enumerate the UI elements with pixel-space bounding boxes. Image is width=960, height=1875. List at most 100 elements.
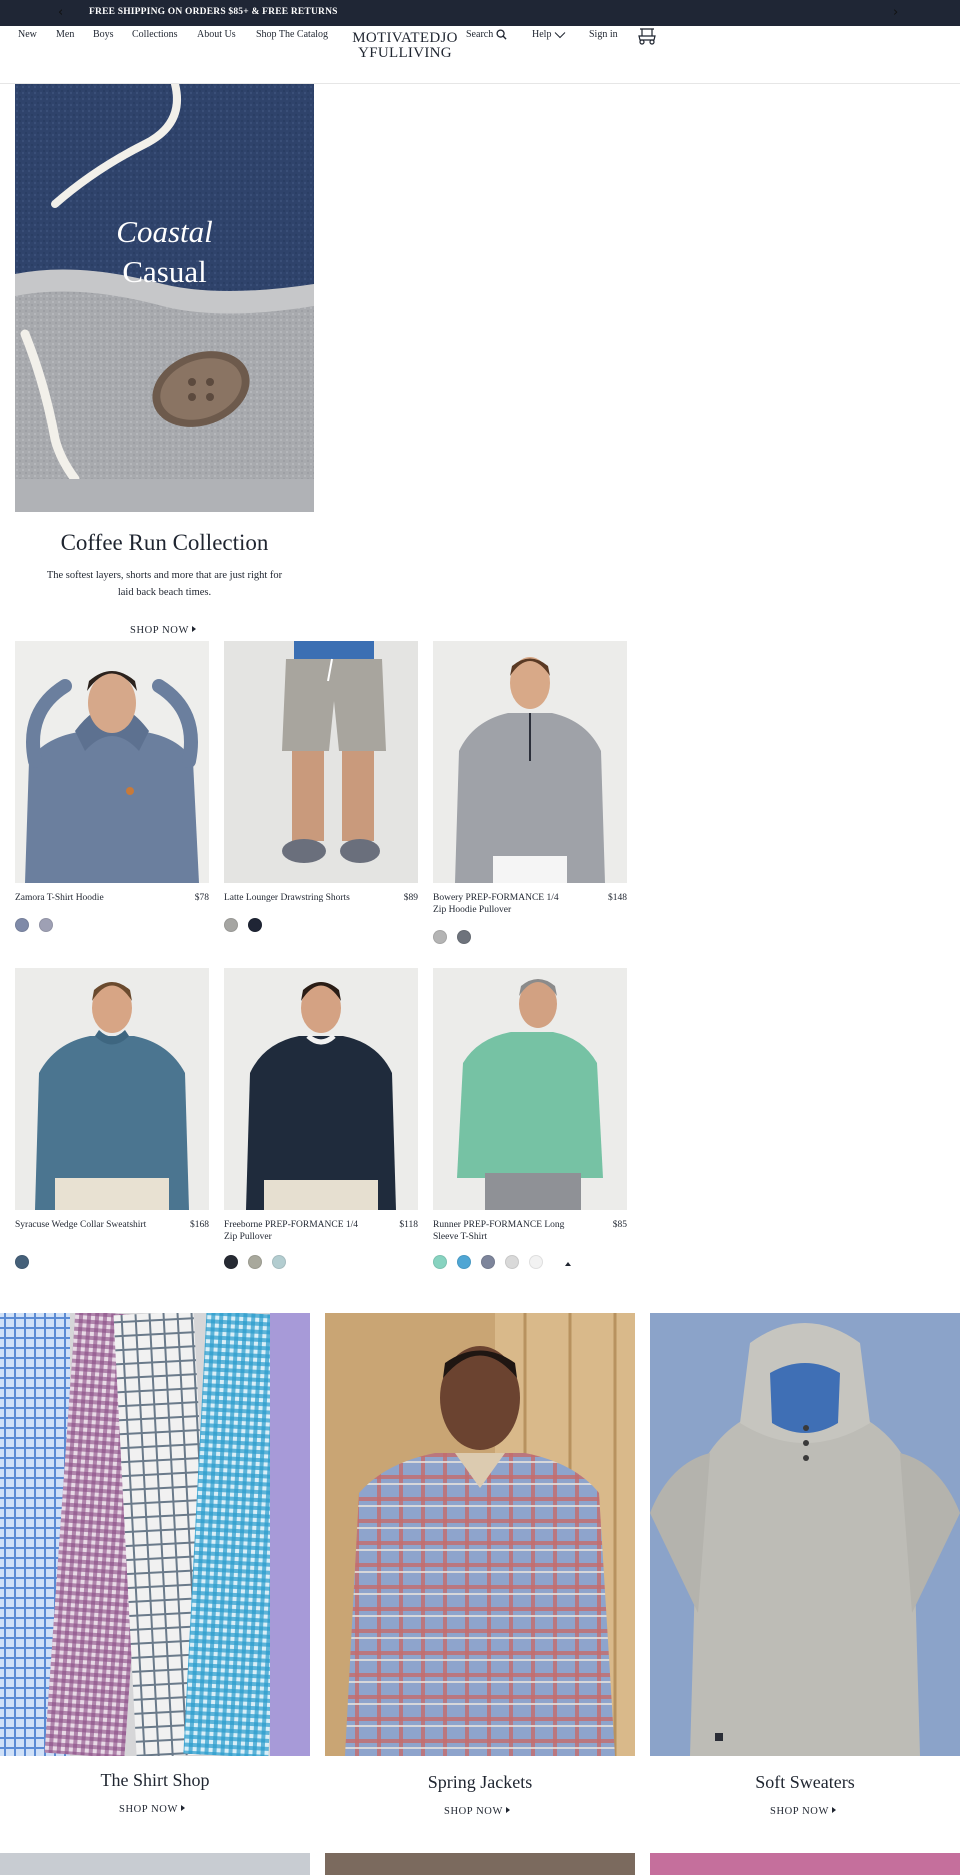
- nav-item-boys[interactable]: Boys: [93, 29, 114, 40]
- product-card: Latte Lounger Drawstring Shorts $89: [224, 641, 418, 932]
- color-swatches: [433, 1255, 571, 1269]
- product-price: $148: [608, 893, 627, 903]
- chevron-down-icon: [555, 31, 566, 38]
- color-swatch[interactable]: [433, 1255, 447, 1269]
- product-image[interactable]: [433, 641, 627, 883]
- nav-item-shop-the-catalog[interactable]: Shop The Catalog: [256, 29, 328, 40]
- product-card: Runner PREP-FORMANCE Long Sleeve T-Shirt…: [433, 968, 627, 1269]
- product-photo: [15, 641, 209, 883]
- product-name[interactable]: Runner PREP-FORMANCE Long Sleeve T-Shirt: [433, 1220, 573, 1243]
- color-swatches: [224, 918, 262, 932]
- nav-item-collections[interactable]: Collections: [132, 29, 178, 40]
- search-button[interactable]: Search: [466, 29, 507, 40]
- color-swatch[interactable]: [224, 1255, 238, 1269]
- shop-now-label: SHOP NOW: [770, 1806, 829, 1817]
- shop-now-label: SHOP NOW: [130, 625, 189, 636]
- caret-right-icon: [831, 1807, 836, 1813]
- product-card: Syracuse Wedge Collar Sweatshirt $168: [15, 968, 209, 1269]
- caret-right-icon: [180, 1805, 185, 1811]
- product-image[interactable]: [15, 641, 209, 883]
- promo-text: FREE SHIPPING ON ORDERS $85+ & FREE RETU…: [89, 7, 338, 17]
- category-tile-spring-jackets[interactable]: [325, 1313, 635, 1756]
- product-photo: [224, 641, 418, 883]
- shop-now-label: SHOP NOW: [444, 1806, 503, 1817]
- category-photo: [325, 1313, 635, 1756]
- color-swatch[interactable]: [529, 1255, 543, 1269]
- product-name[interactable]: Zamora T-Shirt Hoodie: [15, 893, 155, 905]
- chevron-left-icon[interactable]: ‹: [58, 5, 63, 20]
- more-colors-icon[interactable]: [565, 1262, 571, 1266]
- product-photo: [433, 968, 627, 1210]
- category-shop-now-link[interactable]: SHOP NOW: [444, 1806, 510, 1817]
- color-swatch[interactable]: [457, 1255, 471, 1269]
- category-title: Spring Jackets: [427, 1772, 533, 1792]
- product-name[interactable]: Freeborne PREP-FORMANCE 1/4 Zip Pullover: [224, 1220, 364, 1243]
- category-tile-next[interactable]: [325, 1853, 635, 1875]
- category-tile-soft-sweaters[interactable]: [650, 1313, 960, 1756]
- color-swatch[interactable]: [481, 1255, 495, 1269]
- product-price: $118: [399, 1220, 418, 1230]
- product-name[interactable]: Syracuse Wedge Collar Sweatshirt: [15, 1220, 155, 1232]
- hero-title-line2: Casual: [122, 254, 207, 289]
- search-label: Search: [466, 29, 494, 40]
- product-image[interactable]: [15, 968, 209, 1210]
- golf-cart-icon[interactable]: [636, 26, 658, 46]
- product-price: $78: [194, 893, 209, 903]
- hero-photo: [15, 84, 314, 512]
- product-card: Freeborne PREP-FORMANCE 1/4 Zip Pullover…: [224, 968, 418, 1269]
- color-swatch[interactable]: [224, 918, 238, 932]
- color-swatch[interactable]: [272, 1255, 286, 1269]
- category-shop-now-link[interactable]: SHOP NOW: [119, 1804, 185, 1815]
- product-card: Bowery PREP-FORMANCE 1/4 Zip Hoodie Pull…: [433, 641, 627, 944]
- color-swatch[interactable]: [39, 918, 53, 932]
- product-photo: [433, 641, 627, 883]
- product-photo: [15, 968, 209, 1210]
- promo-bar: ‹ FREE SHIPPING ON ORDERS $85+ & FREE RE…: [0, 0, 960, 26]
- category-shop-now-link[interactable]: SHOP NOW: [770, 1806, 836, 1817]
- product-card: Zamora T-Shirt Hoodie $78: [15, 641, 209, 932]
- product-image[interactable]: [433, 968, 627, 1210]
- site-logo[interactable]: MOTIVATEDJOYFULLIVING: [348, 31, 462, 61]
- product-price: $168: [190, 1220, 209, 1230]
- category-tile-shirt-shop[interactable]: [0, 1313, 310, 1756]
- hero-title-line1: Coastal: [116, 214, 213, 249]
- nav-item-new[interactable]: New: [18, 29, 37, 40]
- color-swatch[interactable]: [15, 918, 29, 932]
- shop-now-label: SHOP NOW: [119, 1804, 178, 1815]
- collection-title: Coffee Run Collection: [60, 530, 269, 555]
- color-swatches: [15, 1255, 29, 1269]
- color-swatch[interactable]: [457, 930, 471, 944]
- category-title: Soft Sweaters: [755, 1772, 855, 1792]
- caret-right-icon: [191, 626, 196, 632]
- product-name[interactable]: Bowery PREP-FORMANCE 1/4 Zip Hoodie Pull…: [433, 893, 573, 916]
- category-tile-next[interactable]: [650, 1853, 960, 1875]
- chevron-right-icon[interactable]: ›: [893, 5, 898, 20]
- search-icon: [496, 29, 507, 40]
- color-swatch[interactable]: [248, 918, 262, 932]
- collection-description: The softest layers, shorts and more that…: [46, 570, 283, 598]
- collection-shop-now-link[interactable]: SHOP NOW: [130, 625, 196, 636]
- category-photo: [0, 1313, 310, 1756]
- signin-label: Sign in: [589, 29, 618, 40]
- color-swatch[interactable]: [505, 1255, 519, 1269]
- hero-image[interactable]: Coastal Casual: [15, 84, 314, 512]
- nav-item-about-us[interactable]: About Us: [197, 29, 236, 40]
- category-tile-next[interactable]: [0, 1853, 310, 1875]
- product-name[interactable]: Latte Lounger Drawstring Shorts: [224, 893, 364, 905]
- product-price: $85: [612, 1220, 627, 1230]
- color-swatches: [433, 930, 471, 944]
- color-swatch[interactable]: [248, 1255, 262, 1269]
- nav-item-men[interactable]: Men: [56, 29, 74, 40]
- site-header: New Men Boys Collections About Us Shop T…: [0, 26, 960, 84]
- category-photo: [650, 1313, 960, 1756]
- product-image[interactable]: [224, 641, 418, 883]
- color-swatches: [224, 1255, 286, 1269]
- color-swatch[interactable]: [433, 930, 447, 944]
- color-swatch[interactable]: [15, 1255, 29, 1269]
- help-label: Help: [532, 29, 552, 40]
- product-photo: [224, 968, 418, 1210]
- product-image[interactable]: [224, 968, 418, 1210]
- caret-right-icon: [505, 1807, 510, 1813]
- help-menu[interactable]: Help: [532, 29, 566, 40]
- signin-link[interactable]: Sign in: [589, 29, 618, 40]
